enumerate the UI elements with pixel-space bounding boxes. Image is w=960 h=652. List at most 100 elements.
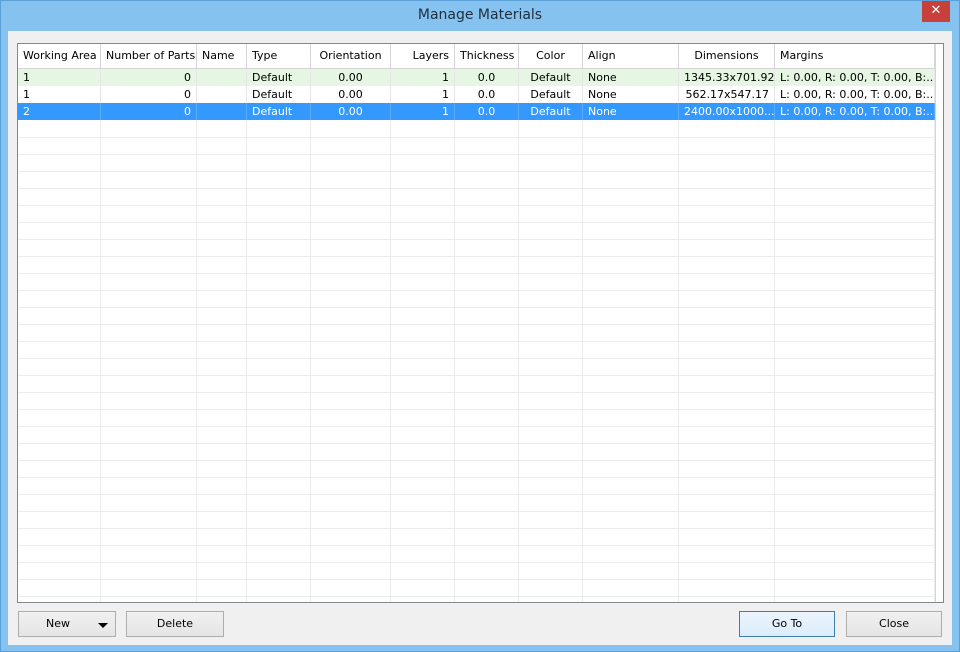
cell-orientation[interactable]: 0.00 [311, 86, 391, 103]
cell-color[interactable]: Default [519, 69, 583, 86]
cell-number-of-parts[interactable]: 0 [101, 86, 197, 103]
cell-working-area[interactable]: 1 [18, 69, 101, 86]
grid-column-line [454, 120, 455, 602]
column-header-margins[interactable]: Margins [775, 44, 935, 68]
grid-column-line [518, 120, 519, 602]
cell-orientation[interactable]: 0.00 [311, 103, 391, 120]
cell-color[interactable]: Default [519, 103, 583, 120]
cell-margins[interactable]: L: 0.00, R: 0.00, T: 0.00, B:... [775, 69, 935, 86]
table-header: Working Area Number of Parts Name Type Orien… [18, 44, 943, 69]
vertical-scrollbar[interactable] [935, 44, 943, 602]
empty-grid-row [18, 375, 935, 393]
cell-thickness[interactable]: 0.0 [455, 69, 519, 86]
cell-number-of-parts[interactable]: 0 [101, 69, 197, 86]
cell-number-of-parts[interactable]: 0 [101, 103, 197, 120]
cell-align[interactable]: None [583, 86, 679, 103]
new-button[interactable]: New [18, 611, 116, 637]
column-header-thickness[interactable]: Thickness [455, 44, 519, 68]
empty-grid-row [18, 426, 935, 444]
delete-button[interactable]: Delete [126, 611, 224, 637]
table-row[interactable]: 1 0 Default 0.00 1 0.0 Default None 562.17x547.1… [18, 86, 935, 103]
empty-grid-row [18, 409, 935, 427]
cell-name[interactable] [197, 69, 247, 86]
cell-dimensions[interactable]: 562.17x547.17 [679, 86, 775, 103]
column-header-number-of-parts[interactable]: Number of Parts [101, 44, 197, 68]
empty-grid-row [18, 222, 935, 240]
go-to-button[interactable]: Go To [739, 611, 835, 637]
close-window-icon[interactable]: ✕ [922, 1, 950, 22]
empty-grid-row [18, 273, 935, 291]
empty-grid-row [18, 137, 935, 155]
column-header-color[interactable]: Color [519, 44, 583, 68]
column-header-name[interactable]: Name [197, 44, 247, 68]
empty-grid-row [18, 579, 935, 597]
empty-grid-row [18, 171, 935, 189]
cell-working-area[interactable]: 2 [18, 103, 101, 120]
empty-grid-row [18, 307, 935, 325]
manage-materials-window: Manage Materials ✕ Working Area Number of… [0, 0, 960, 652]
empty-grid-row [18, 528, 935, 546]
cell-layers[interactable]: 1 [391, 86, 455, 103]
cell-align[interactable]: None [583, 69, 679, 86]
empty-grid-row [18, 239, 935, 257]
column-header-dimensions[interactable]: Dimensions [679, 44, 775, 68]
window-title: Manage Materials [417, 7, 543, 23]
empty-grid-row [18, 511, 935, 529]
grid-column-line [390, 120, 391, 602]
cell-margins[interactable]: L: 0.00, R: 0.00, T: 0.00, B:... [775, 103, 935, 120]
table-row[interactable]: 2 0 Default 0.00 1 0.0 Default None 2400.00x1000… [18, 103, 935, 120]
grid-column-line [582, 120, 583, 602]
empty-grid-row [18, 188, 935, 206]
cell-type[interactable]: Default [247, 86, 311, 103]
empty-grid-row [18, 154, 935, 172]
empty-grid-row [18, 290, 935, 308]
grid-column-line [774, 120, 775, 602]
grid-column-line [246, 120, 247, 602]
column-header-layers[interactable]: Layers [391, 44, 455, 68]
empty-grid-row [18, 256, 935, 274]
empty-grid-row [18, 545, 935, 563]
grid-column-line [678, 120, 679, 602]
title-bar[interactable]: Manage Materials ✕ [1, 1, 959, 31]
cell-align[interactable]: None [583, 103, 679, 120]
empty-grid-row [18, 392, 935, 410]
empty-grid-row [18, 443, 935, 461]
materials-table: Working Area Number of Parts Name Type Orien… [17, 43, 944, 603]
empty-grid-row [18, 205, 935, 223]
cell-type[interactable]: Default [247, 103, 311, 120]
dialog-body: Working Area Number of Parts Name Type Orien… [8, 31, 952, 645]
empty-grid-row [18, 596, 935, 602]
column-header-orientation[interactable]: Orientation [311, 44, 391, 68]
empty-grid-row [18, 120, 935, 138]
cell-dimensions[interactable]: 2400.00x1000... [679, 103, 775, 120]
empty-grid-row [18, 562, 935, 580]
cell-thickness[interactable]: 0.0 [455, 103, 519, 120]
empty-grid-row [18, 494, 935, 512]
grid-column-line [310, 120, 311, 602]
column-header-align[interactable]: Align [583, 44, 679, 68]
cell-thickness[interactable]: 0.0 [455, 86, 519, 103]
cell-name[interactable] [197, 86, 247, 103]
table-row[interactable]: 1 0 Default 0.00 1 0.0 Default None 1345.33x701.… [18, 69, 935, 86]
empty-grid-row [18, 324, 935, 342]
chevron-down-icon[interactable] [98, 623, 108, 628]
new-button-label: New [46, 617, 70, 630]
cell-margins[interactable]: L: 0.00, R: 0.00, T: 0.00, B:... [775, 86, 935, 103]
cell-type[interactable]: Default [247, 69, 311, 86]
cell-layers[interactable]: 1 [391, 69, 455, 86]
cell-layers[interactable]: 1 [391, 103, 455, 120]
grid-column-line [100, 120, 101, 602]
empty-grid-row [18, 341, 935, 359]
empty-grid-row [18, 460, 935, 478]
grid-column-line [196, 120, 197, 602]
cell-dimensions[interactable]: 1345.33x701.92 [679, 69, 775, 86]
cell-color[interactable]: Default [519, 86, 583, 103]
empty-grid-row [18, 477, 935, 495]
empty-grid-row [18, 358, 935, 376]
column-header-working-area[interactable]: Working Area [18, 44, 101, 68]
column-header-type[interactable]: Type [247, 44, 311, 68]
cell-name[interactable] [197, 103, 247, 120]
close-button[interactable]: Close [846, 611, 942, 637]
cell-orientation[interactable]: 0.00 [311, 69, 391, 86]
cell-working-area[interactable]: 1 [18, 86, 101, 103]
